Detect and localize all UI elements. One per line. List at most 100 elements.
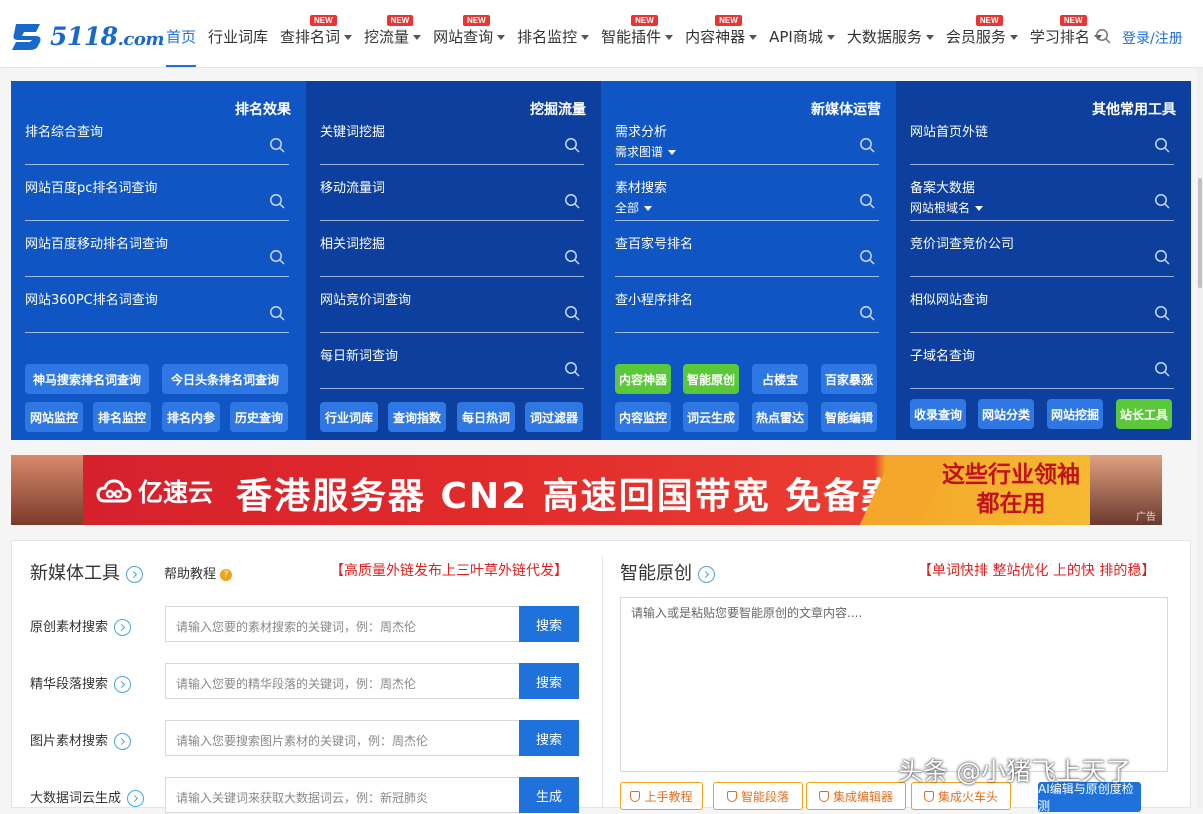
- nav-item-4[interactable]: 网站查询 NEW: [433, 0, 517, 68]
- tool-field[interactable]: 网站360PC排名词查询: [25, 249, 289, 333]
- arrow-right-circle-icon[interactable]: [114, 676, 132, 693]
- arrow-right-circle-icon[interactable]: [114, 733, 132, 750]
- orange-tool-button[interactable]: 智能段落: [713, 782, 803, 810]
- tool-button[interactable]: 网站监控: [25, 402, 83, 432]
- row-submit-button[interactable]: 搜索: [519, 720, 579, 756]
- tool-button[interactable]: 网站分类: [978, 399, 1034, 429]
- tool-button[interactable]: 占楼宝: [752, 364, 808, 394]
- nav-item-label[interactable]: 大数据服务: [847, 28, 922, 46]
- page-scrollbar[interactable]: [1197, 68, 1203, 808]
- tool-button[interactable]: 热点雷达: [752, 402, 808, 432]
- search-icon[interactable]: [1154, 361, 1170, 377]
- orange-tool-button-label[interactable]: 智能段落: [741, 788, 789, 805]
- tool-button[interactable]: 百家暴涨: [821, 364, 877, 394]
- chevron-down-icon: [665, 35, 674, 40]
- row-submit-button[interactable]: 搜索: [519, 663, 579, 699]
- tool-label[interactable]: 查小程序排名: [615, 289, 693, 308]
- nav-item-label[interactable]: 智能插件: [601, 28, 661, 46]
- article-textarea[interactable]: 请输入或是粘贴您要智能原创的文章内容....: [620, 597, 1168, 772]
- keyword-input[interactable]: 请输入您要的素材搜索的关键词，例：周杰伦: [165, 606, 520, 642]
- tool-button[interactable]: 智能原创: [683, 364, 739, 394]
- nav-item-label[interactable]: 学习排名: [1030, 28, 1090, 46]
- cloud-icon: [96, 479, 132, 503]
- logo-suffix: .com: [117, 28, 165, 50]
- nav-item-6[interactable]: 智能插件 NEW: [601, 0, 685, 68]
- tool-button[interactable]: 内容监控: [615, 402, 671, 432]
- tool-button[interactable]: 词过滤器: [525, 402, 583, 432]
- nav-item-8[interactable]: API商城: [769, 0, 847, 68]
- orange-tool-button-label[interactable]: 上手教程: [644, 788, 692, 805]
- nav-item-label[interactable]: 内容神器: [685, 28, 745, 46]
- tool-button[interactable]: 词云生成: [683, 402, 739, 432]
- arrow-right-circle-icon[interactable]: [114, 619, 132, 636]
- tool-button[interactable]: 今日头条排名词查询: [162, 364, 288, 394]
- search-icon[interactable]: [269, 305, 285, 321]
- tool-button[interactable]: 排名内参: [162, 402, 220, 432]
- tool-label[interactable]: 子域名查询: [910, 345, 975, 364]
- banner-headline: 香港服务器 CN2 高速回国带宽 免备案: [236, 476, 900, 517]
- keyword-input[interactable]: 请输入您要搜索图片素材的关键词，例：周杰伦: [165, 720, 520, 756]
- nav-item-0[interactable]: 首页: [166, 0, 208, 68]
- tool-button[interactable]: 每日热词: [457, 402, 515, 432]
- tool-label[interactable]: 每日新词查询: [320, 345, 398, 364]
- tool-field[interactable]: 每日新词查询: [320, 305, 584, 389]
- tool-field[interactable]: 查小程序排名: [615, 249, 879, 333]
- tool-button[interactable]: 历史查询: [230, 402, 288, 432]
- search-icon[interactable]: [859, 305, 875, 321]
- scrollbar-thumb[interactable]: [1198, 178, 1202, 288]
- chevron-down-icon: [581, 35, 590, 40]
- nav-item-7[interactable]: 内容神器 NEW: [685, 0, 769, 68]
- nav-item-2[interactable]: 查排名词 NEW: [280, 0, 364, 68]
- left-promo-link[interactable]: 【高质量外链发布上三叶草外链代发】: [330, 560, 568, 580]
- tool-button[interactable]: 智能编辑: [821, 402, 877, 432]
- toutiao-watermark: 头条 @小猪飞上天了: [898, 757, 1131, 786]
- site-logo[interactable]: 5118.com: [10, 18, 164, 54]
- nav-item-label[interactable]: 排名监控: [517, 28, 577, 46]
- nav-item-label[interactable]: 挖流量: [364, 28, 409, 46]
- ad-label: 广告: [1136, 512, 1156, 523]
- smart-original-title: 智能原创: [620, 559, 715, 585]
- orange-tool-button-label[interactable]: 集成火车头: [938, 788, 998, 805]
- nav-item-label[interactable]: 首页: [166, 28, 196, 46]
- nav-item-1[interactable]: 行业词库: [208, 0, 280, 68]
- tools-panel: 排名效果 排名综合查询 网站百度pc排名词查询 网站百度移动排名词查询 网站360PC排…: [11, 81, 1191, 440]
- shield-icon: [923, 790, 934, 802]
- tool-label[interactable]: 网站360PC排名词查询: [25, 289, 158, 308]
- nav-item-label[interactable]: API商城: [769, 28, 823, 46]
- row-submit-button[interactable]: 搜索: [519, 606, 579, 642]
- search-icon[interactable]: [564, 361, 580, 377]
- ad-banner[interactable]: 亿速云 香港服务器 CN2 高速回国带宽 免备案 这些行业领袖 都在用 广告: [11, 455, 1162, 525]
- tool-button[interactable]: 排名监控: [93, 402, 151, 432]
- tool-button[interactable]: 站长工具: [1116, 399, 1172, 429]
- nav-item-label[interactable]: 查排名词: [280, 28, 340, 46]
- orange-tool-button[interactable]: 上手教程: [620, 782, 703, 810]
- right-promo-link[interactable]: 【单词快排 整站优化 上的快 排的稳】: [918, 560, 1155, 580]
- keyword-input[interactable]: 请输入您要的精华段落的关键词，例：周杰伦: [165, 663, 520, 699]
- shield-icon: [818, 790, 829, 802]
- chevron-down-icon: [925, 35, 934, 40]
- tool-row-label: 大数据词云生成: [30, 787, 145, 807]
- tool-button[interactable]: 查询指数: [388, 402, 446, 432]
- tool-button[interactable]: 行业词库: [320, 402, 378, 432]
- tool-button[interactable]: 网站挖掘: [1047, 399, 1103, 429]
- orange-tool-button[interactable]: 集成编辑器: [806, 782, 906, 810]
- tool-field[interactable]: 子域名查询: [910, 305, 1174, 389]
- nav-item-5[interactable]: 排名监控: [517, 0, 601, 68]
- tool-button[interactable]: 内容神器: [615, 364, 671, 394]
- nav-item-label[interactable]: 行业词库: [208, 28, 268, 46]
- login-link[interactable]: 登录/注册: [1122, 28, 1183, 48]
- nav-item-3[interactable]: 挖流量 NEW: [364, 0, 433, 68]
- nav-item-label[interactable]: 会员服务: [946, 28, 1006, 46]
- arrow-right-circle-icon[interactable]: [126, 565, 143, 583]
- nav-item-10[interactable]: 会员服务 NEW: [946, 0, 1030, 68]
- shield-icon: [630, 790, 641, 802]
- nav-item-label[interactable]: 网站查询: [433, 28, 493, 46]
- tool-button[interactable]: 收录查询: [910, 399, 966, 429]
- orange-tool-button-label[interactable]: 集成编辑器: [833, 788, 893, 805]
- help-tutorial-link[interactable]: 帮助教程?: [164, 563, 233, 582]
- arrow-right-circle-icon[interactable]: [127, 790, 145, 807]
- tool-button[interactable]: 神马搜索排名词查询: [25, 364, 149, 394]
- arrow-right-circle-icon[interactable]: [698, 565, 715, 583]
- nav-item-9[interactable]: 大数据服务: [847, 0, 946, 68]
- search-icon[interactable]: [1095, 28, 1111, 44]
